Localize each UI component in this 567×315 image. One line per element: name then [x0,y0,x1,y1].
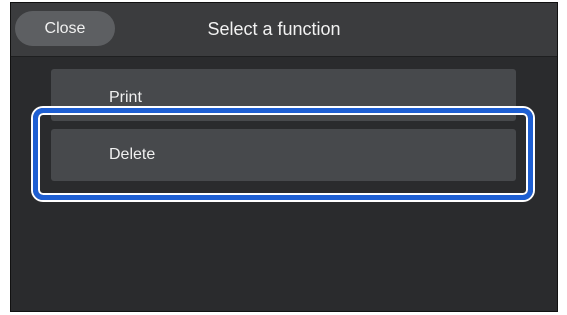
header-bar: Close Select a function [11,3,557,57]
page-title: Select a function [207,18,341,39]
menu-item-label: Delete [109,146,156,163]
menu-item-delete[interactable]: Delete [51,129,516,181]
menu-item-label: Print [109,89,142,106]
menu-item-print[interactable]: Print [51,69,516,121]
close-button[interactable]: Close [15,11,115,46]
panel-screen: Close Select a function Print Delete [10,2,558,312]
